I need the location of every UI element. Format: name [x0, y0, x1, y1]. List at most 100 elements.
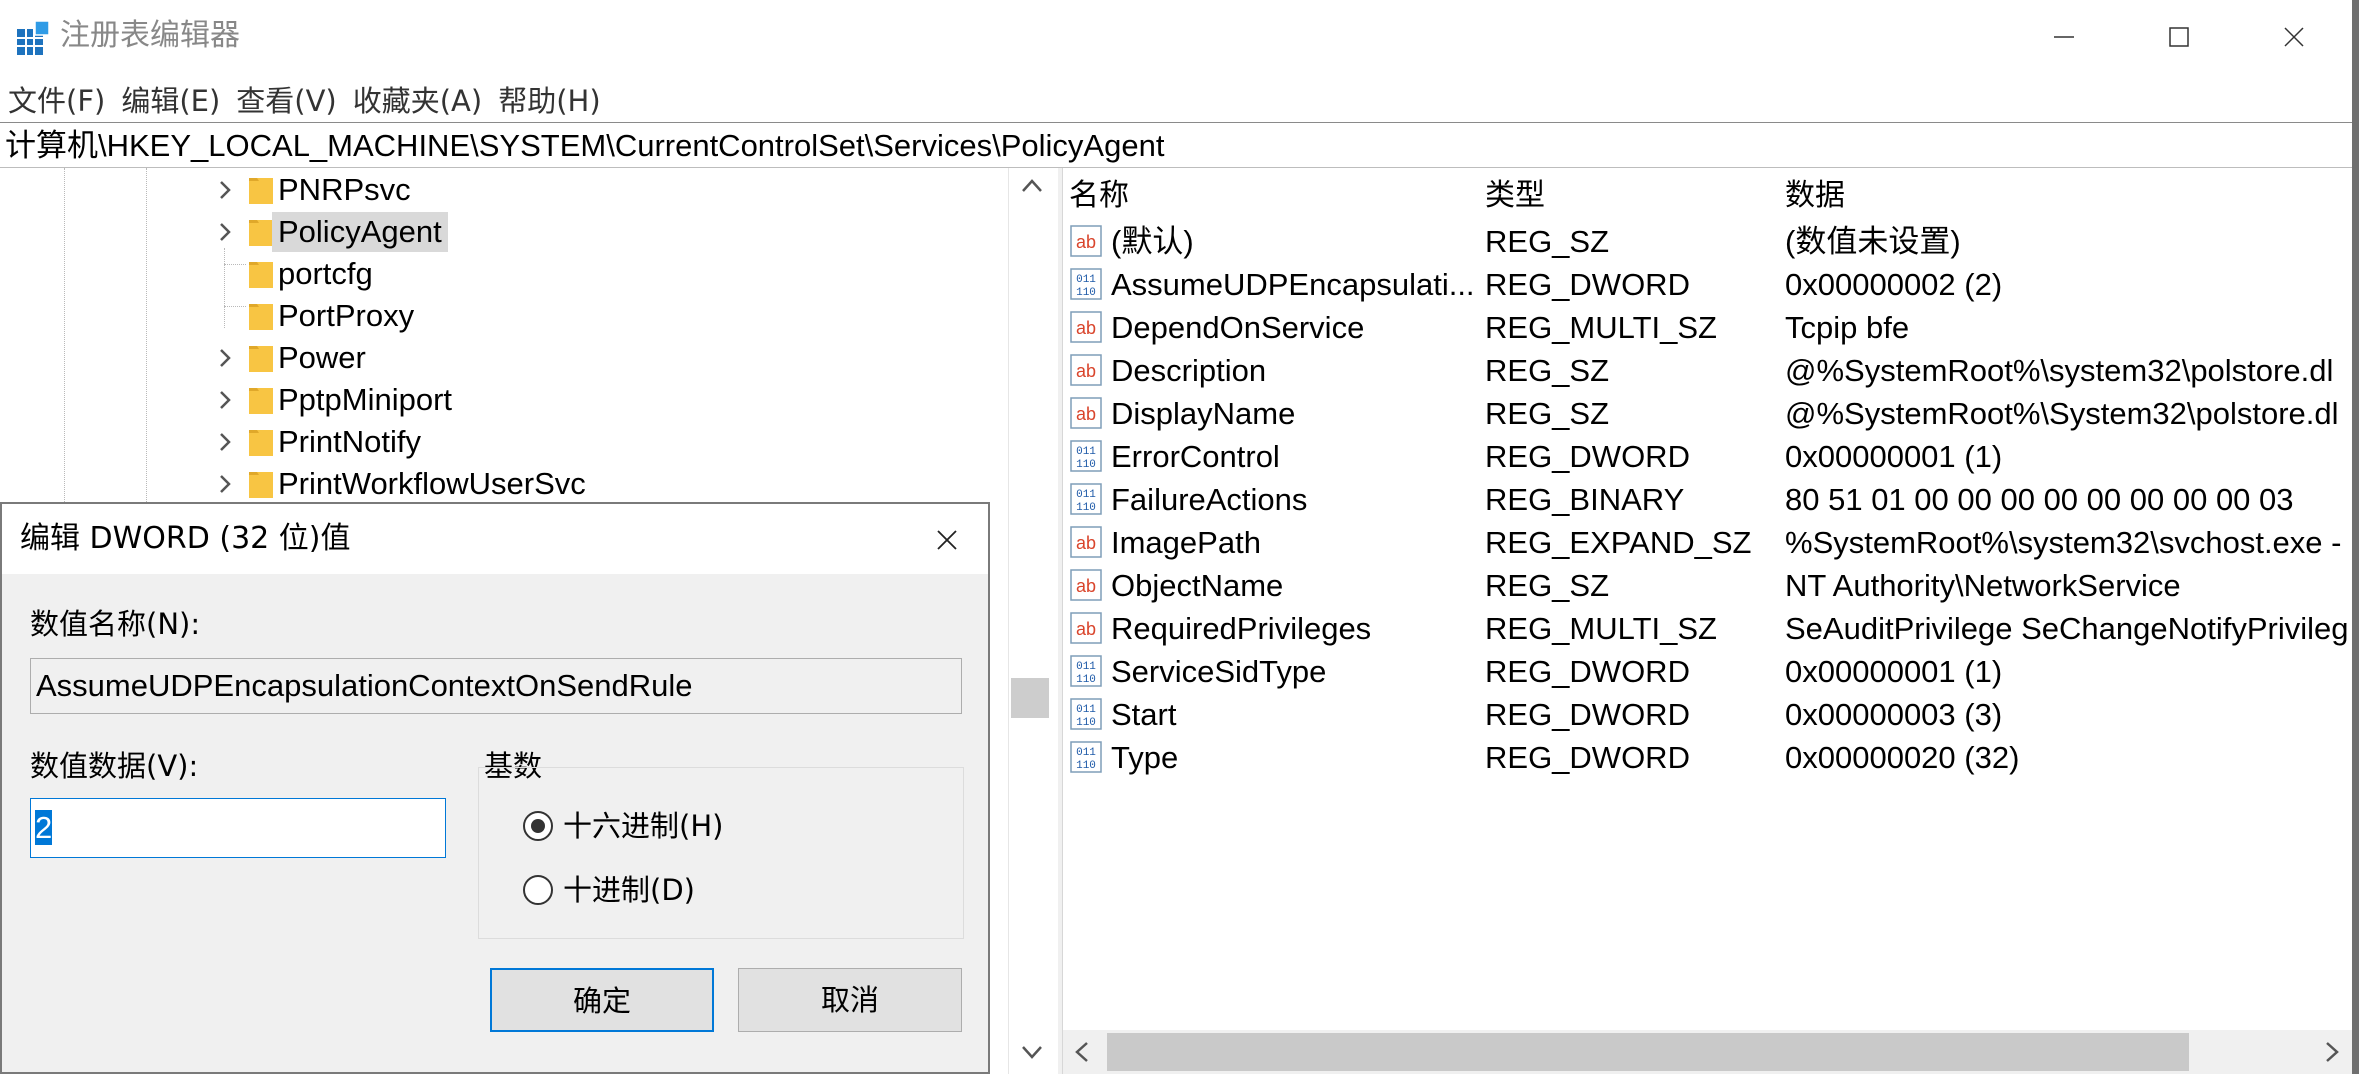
- column-header-type[interactable]: 类型: [1485, 176, 1545, 216]
- value-data: 0x00000003 (3): [1785, 697, 2003, 732]
- value-row[interactable]: 011 110 AssumeUDPEncapsulati... REG_DWORD 0x…: [1063, 263, 2352, 306]
- menu-edit[interactable]: 编辑(E): [113, 78, 228, 120]
- string-value-icon: ab: [1069, 353, 1103, 387]
- binary-value-icon: 011 110: [1069, 697, 1103, 731]
- value-type: REG_DWORD: [1485, 439, 1690, 474]
- tree-item-label: PNRPsvc: [278, 172, 411, 207]
- value-row[interactable]: ab (默认) REG_SZ (数值未设置): [1063, 220, 2352, 263]
- value-type: REG_SZ: [1485, 224, 1610, 259]
- value-data: 0x00000002 (2): [1785, 267, 2003, 302]
- dialog-close-button[interactable]: [922, 518, 972, 562]
- menu-view[interactable]: 查看(V): [228, 78, 344, 120]
- svg-text:110: 110: [1076, 717, 1096, 729]
- scroll-up-icon[interactable]: [1019, 176, 1045, 196]
- tree-item[interactable]: PNRPsvc: [0, 170, 1002, 210]
- menu-favorites[interactable]: 收藏夹(A): [345, 78, 490, 120]
- address-bar[interactable]: 计算机\HKEY_LOCAL_MACHINE\SYSTEM\CurrentCon…: [0, 122, 2352, 168]
- menu-file[interactable]: 文件(F): [0, 78, 113, 120]
- value-name: ServiceSidType: [1111, 654, 1327, 689]
- value-data-input[interactable]: 2: [30, 798, 446, 858]
- value-list[interactable]: 名称 类型 数据 ab (默认) REG_SZ (数值未设置) 011 110 Assume…: [1063, 168, 2352, 1074]
- value-name: ObjectName: [1111, 568, 1284, 603]
- string-value-icon: ab: [1069, 611, 1103, 645]
- tree-item[interactable]: PrintNotify: [0, 422, 1002, 462]
- tree-item-label: PptpMiniport: [278, 382, 453, 417]
- value-data: 0x00000020 (32): [1785, 740, 2020, 775]
- svg-text:ab: ab: [1076, 318, 1096, 338]
- radio-decimal-label[interactable]: 十进制(D): [563, 870, 695, 910]
- scroll-down-icon[interactable]: [1019, 1042, 1045, 1062]
- list-scroll-thumb[interactable]: [1107, 1033, 2189, 1071]
- chevron-right-icon[interactable]: [214, 170, 236, 210]
- edit-dword-dialog: 编辑 DWORD (32 位)值 数值名称(N): AssumeUDPEncap…: [0, 502, 990, 1074]
- tree-scroll-thumb[interactable]: [1011, 678, 1049, 718]
- value-row[interactable]: ab ImagePath REG_EXPAND_SZ %SystemRoot%\sys…: [1063, 521, 2352, 564]
- value-name: ErrorControl: [1111, 439, 1280, 474]
- scroll-left-icon[interactable]: [1071, 1040, 1093, 1064]
- value-type: REG_SZ: [1485, 568, 1610, 603]
- value-row[interactable]: 011 110 ErrorControl REG_DWORD 0x00000001 (1…: [1063, 435, 2352, 478]
- value-row[interactable]: 011 110 Type REG_DWORD 0x00000020 (32): [1063, 736, 2352, 779]
- column-header-name[interactable]: 名称: [1069, 176, 1129, 216]
- folder-icon: [249, 388, 273, 414]
- tree-item-label: PolicyAgent: [272, 212, 448, 252]
- radio-hex-dot: [531, 819, 545, 833]
- svg-text:011: 011: [1076, 704, 1096, 716]
- scroll-right-icon[interactable]: [2321, 1040, 2343, 1064]
- value-row[interactable]: 011 110 ServiceSidType REG_DWORD 0x00000001 …: [1063, 650, 2352, 693]
- tree-item-label: Power: [278, 340, 366, 375]
- value-data: 0x00000001 (1): [1785, 439, 2003, 474]
- binary-value-icon: 011 110: [1069, 439, 1103, 473]
- chevron-right-icon[interactable]: [214, 422, 236, 462]
- value-name: (默认): [1111, 224, 1194, 259]
- tree-item[interactable]: PolicyAgent: [0, 212, 1002, 252]
- tree-scrollbar[interactable]: [1008, 168, 1059, 1074]
- value-name: RequiredPrivileges: [1111, 611, 1372, 646]
- value-row[interactable]: ab DependOnService REG_MULTI_SZ Tcpip bfe: [1063, 306, 2352, 349]
- value-row[interactable]: ab DisplayName REG_SZ @%SystemRoot%\System3…: [1063, 392, 2352, 435]
- folder-icon: [249, 178, 273, 204]
- cancel-button[interactable]: 取消: [738, 968, 962, 1032]
- value-name: AssumeUDPEncapsulati...: [1111, 267, 1475, 302]
- ok-button[interactable]: 确定: [490, 968, 714, 1032]
- svg-text:110: 110: [1076, 760, 1096, 772]
- value-data: @%SystemRoot%\system32\polstore.dl: [1785, 353, 2334, 388]
- menu-bar: 文件(F) 编辑(E) 查看(V) 收藏夹(A) 帮助(H): [0, 76, 609, 122]
- svg-text:ab: ab: [1076, 576, 1096, 596]
- title-bar: [0, 0, 2352, 73]
- minimize-icon: [2053, 35, 2074, 38]
- value-row[interactable]: ab Description REG_SZ @%SystemRoot%\system3…: [1063, 349, 2352, 392]
- svg-text:011: 011: [1076, 446, 1096, 458]
- value-data: SeAuditPrivilege SeChangeNotifyPrivileg: [1785, 611, 2349, 646]
- radio-decimal[interactable]: [523, 875, 553, 905]
- chevron-right-icon[interactable]: [214, 338, 236, 378]
- radio-hex[interactable]: [523, 811, 553, 841]
- string-value-icon: ab: [1069, 568, 1103, 602]
- close-window-button[interactable]: [2236, 0, 2351, 73]
- column-header-data[interactable]: 数据: [1785, 176, 1845, 216]
- tree-item[interactable]: PrintWorkflowUserSvc: [0, 464, 1002, 504]
- tree-item[interactable]: PptpMiniport: [0, 380, 1002, 420]
- tree-item[interactable]: Power: [0, 338, 1002, 378]
- minimize-button[interactable]: [2006, 0, 2121, 73]
- value-row[interactable]: 011 110 FailureActions REG_BINARY 80 51 01 0…: [1063, 478, 2352, 521]
- binary-value-icon: 011 110: [1069, 267, 1103, 301]
- radio-hex-label[interactable]: 十六进制(H): [563, 806, 723, 846]
- maximize-button[interactable]: [2121, 0, 2236, 73]
- tree-item[interactable]: PortProxy: [0, 296, 1002, 336]
- svg-text:ab: ab: [1076, 404, 1096, 424]
- window-edge: [2352, 0, 2359, 1074]
- binary-value-icon: 011 110: [1069, 740, 1103, 774]
- chevron-right-icon[interactable]: [214, 464, 236, 504]
- tree-item[interactable]: portcfg: [0, 254, 1002, 294]
- svg-text:011: 011: [1076, 747, 1096, 759]
- chevron-right-icon[interactable]: [214, 380, 236, 420]
- value-name: DisplayName: [1111, 396, 1296, 431]
- folder-icon: [249, 346, 273, 372]
- value-row[interactable]: ab ObjectName REG_SZ NT Authority\NetworkSe…: [1063, 564, 2352, 607]
- value-row[interactable]: ab RequiredPrivileges REG_MULTI_SZ SeAuditP…: [1063, 607, 2352, 650]
- chevron-right-icon[interactable]: [214, 212, 236, 252]
- menu-help[interactable]: 帮助(H): [490, 78, 608, 120]
- value-row[interactable]: 011 110 Start REG_DWORD 0x00000003 (3): [1063, 693, 2352, 736]
- value-name: DependOnService: [1111, 310, 1365, 345]
